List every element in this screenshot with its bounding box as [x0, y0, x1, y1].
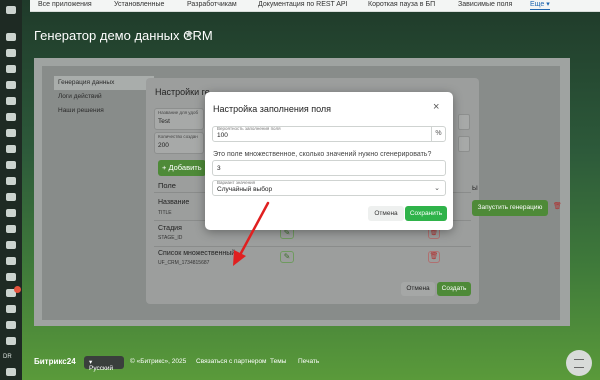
- chevron-down-icon: ⌄: [434, 185, 440, 192]
- menu-item-generation[interactable]: Генерация данных: [54, 76, 154, 90]
- print-link[interactable]: Печать: [298, 358, 319, 365]
- menu-item-logs[interactable]: Логи действий: [54, 90, 154, 104]
- name-field[interactable]: Название для удоб Test: [154, 108, 204, 130]
- close-icon[interactable]: ×: [433, 101, 439, 113]
- settings-create-button[interactable]: Создать: [437, 282, 471, 296]
- settings-dialog-title: Настройки ге: [155, 87, 210, 97]
- variant-label: Вариант значения: [217, 180, 256, 185]
- count-field-label: Количество создан: [158, 134, 198, 139]
- rail-dr-label: DR: [3, 354, 12, 360]
- filter-icon[interactable]: [6, 209, 16, 217]
- bitrix-logo: Битрикс24: [34, 357, 76, 366]
- row-name: Список множественный: [158, 250, 236, 257]
- crm-icon[interactable]: [6, 81, 16, 89]
- cart-icon[interactable]: [6, 257, 16, 265]
- tab-developers[interactable]: Разработчикам: [187, 0, 237, 9]
- analytics-icon[interactable]: [6, 225, 16, 233]
- row-name: Название: [158, 199, 190, 206]
- add-field-button[interactable]: + Добавить: [158, 160, 206, 176]
- edit-pencil-icon[interactable]: ✎: [280, 251, 294, 263]
- tab-dependent-fields[interactable]: Зависимые поля: [458, 0, 512, 9]
- menu-item-solutions[interactable]: Наши решения: [54, 104, 154, 118]
- multi-count-question: Это поле множественное, сколько значений…: [213, 151, 432, 158]
- probability-input[interactable]: Вероятность заполнения поля 100 %: [212, 126, 446, 142]
- fill-dialog-title: Настройка заполнения поля: [213, 104, 332, 114]
- multi-count-input[interactable]: 3: [212, 160, 446, 176]
- fill-save-button[interactable]: Сохранить: [405, 206, 447, 221]
- groups-icon[interactable]: [6, 145, 16, 153]
- market-icon[interactable]: [6, 273, 16, 281]
- automation-icon[interactable]: [6, 241, 16, 249]
- row-code: TITLE: [158, 210, 172, 216]
- copyright: © «Битрикс», 2025: [130, 358, 187, 365]
- chat-icon[interactable]: [6, 33, 16, 41]
- count-field[interactable]: Количество создан 200: [154, 132, 204, 154]
- inbox-icon[interactable]: [6, 305, 16, 313]
- documents-icon[interactable]: [6, 97, 16, 105]
- multi-count-value: 3: [217, 165, 221, 172]
- sites-icon[interactable]: [6, 161, 16, 169]
- favorite-star-icon[interactable]: ★: [184, 28, 194, 41]
- variant-value: Случайный выбор: [217, 186, 273, 193]
- tab-installed[interactable]: Установленные: [114, 0, 164, 9]
- left-rail: DR: [0, 0, 22, 380]
- count-field-value: 200: [158, 142, 169, 149]
- field-fill-dialog: Настройка заполнения поля × Вероятность …: [205, 92, 453, 230]
- tasks-icon[interactable]: [6, 49, 16, 57]
- row-code: STAGE_ID: [158, 235, 183, 241]
- menu-icon[interactable]: [6, 6, 16, 14]
- name-field-right-edge[interactable]: [458, 114, 470, 130]
- fill-cancel-button[interactable]: Отмена: [368, 206, 404, 221]
- settings-icon[interactable]: [6, 321, 16, 329]
- bot-icon[interactable]: [6, 193, 16, 201]
- probability-value: 100: [217, 132, 228, 139]
- row-name: Стадия: [158, 225, 182, 232]
- name-field-value: Test: [158, 118, 170, 125]
- col-field-header: Поле: [158, 181, 176, 190]
- tab-rest-docs[interactable]: Документация по REST API: [258, 0, 348, 9]
- count-field-right-edge[interactable]: [458, 136, 470, 152]
- run-generation-button[interactable]: Запустить генерацию: [472, 200, 548, 216]
- tab-all-apps[interactable]: Все приложения: [38, 0, 92, 9]
- app-tabs-bar: Все приложения Установленные Разработчик…: [30, 0, 600, 12]
- table-row: Список множественный UF_CRM_1734815687 ✎…: [154, 246, 471, 270]
- tab-more-label: Еще: [530, 1, 545, 8]
- themes-link[interactable]: Темы: [270, 358, 286, 365]
- row-code: UF_CRM_1734815687: [158, 260, 210, 266]
- drive-icon[interactable]: [6, 129, 16, 137]
- delete-trash-icon[interactable]: 🗑: [428, 251, 440, 263]
- tab-more[interactable]: Еще ▾: [530, 0, 550, 10]
- mail-icon[interactable]: [6, 113, 16, 121]
- variant-select[interactable]: Вариант значения Случайный выбор ⌄: [212, 180, 446, 196]
- more-icon[interactable]: [6, 368, 16, 376]
- notification-badge: [14, 286, 21, 293]
- calendar-icon[interactable]: [6, 65, 16, 73]
- chat-bubble-icon[interactable]: [566, 350, 592, 376]
- shop-icon[interactable]: [6, 177, 16, 185]
- probability-label: Вероятность заполнения поля: [217, 126, 281, 131]
- language-selector[interactable]: Русский ▾: [84, 356, 124, 372]
- language-label: Русский: [89, 365, 114, 372]
- tab-short-pause[interactable]: Короткая пауза в БП: [368, 0, 435, 9]
- delete-trash-icon[interactable]: 🗑: [552, 202, 563, 213]
- percent-unit: %: [431, 127, 445, 141]
- settings-cancel-button[interactable]: Отмена: [401, 282, 435, 296]
- partner-link[interactable]: Связаться с партнером: [196, 358, 267, 365]
- col-actions-header: Ы: [472, 185, 478, 192]
- name-field-label: Название для удоб: [158, 110, 199, 115]
- code-icon[interactable]: [6, 337, 16, 345]
- left-menu: Генерация данных Логи действий Наши реше…: [54, 76, 154, 118]
